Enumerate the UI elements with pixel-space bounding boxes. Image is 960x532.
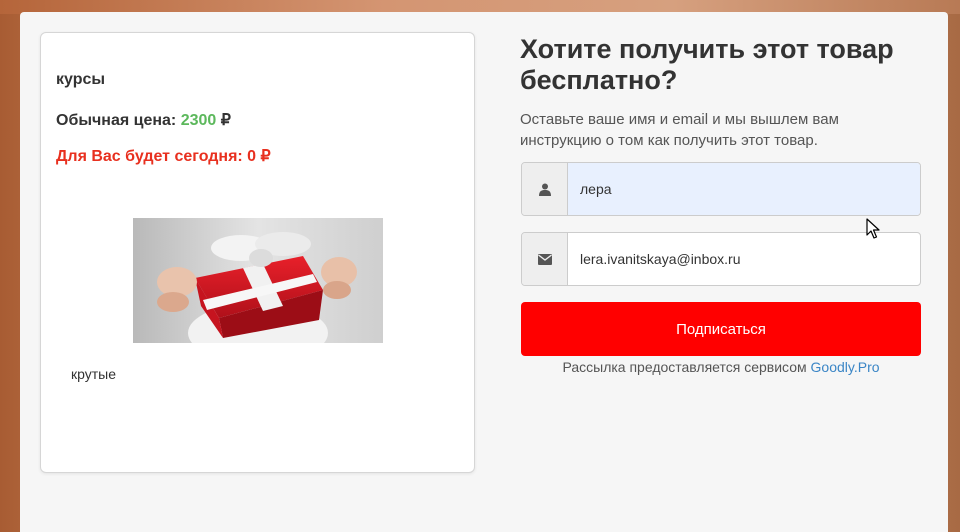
- service-note-text: Рассылка предоставляется сервисом: [562, 359, 807, 375]
- name-field[interactable]: [568, 163, 920, 215]
- offer-headline: Хотите получить этот товар бесплатно?: [520, 34, 894, 95]
- goodly-pro-link[interactable]: Goodly.Pro: [811, 359, 880, 375]
- regular-price: Обычная цена: 2300 ₽: [56, 110, 231, 130]
- email-input-group: [521, 232, 921, 286]
- user-icon: [522, 163, 568, 215]
- service-note: Рассылка предоставляется сервисом Goodly…: [520, 359, 922, 375]
- regular-price-value: 2300: [180, 112, 217, 129]
- offer-subtext: Оставьте ваше имя и email и мы вышлем ва…: [520, 111, 839, 149]
- subscribe-button[interactable]: Подписаться: [521, 302, 921, 356]
- mouse-cursor-icon: [866, 218, 880, 245]
- product-title: курсы: [56, 71, 106, 88]
- currency-sign: ₽: [220, 112, 231, 129]
- name-input-group: [521, 162, 921, 216]
- product-description: крутые: [71, 366, 117, 382]
- regular-price-label: Обычная цена:: [56, 112, 177, 129]
- gift-box-image: [133, 218, 383, 343]
- offer-modal: курсы Обычная цена: 2300 ₽ Для Вас будет…: [20, 12, 948, 532]
- envelope-icon: [522, 233, 568, 285]
- today-price: Для Вас будет сегодня: 0 ₽: [56, 148, 271, 165]
- product-card: курсы Обычная цена: 2300 ₽ Для Вас будет…: [40, 32, 475, 473]
